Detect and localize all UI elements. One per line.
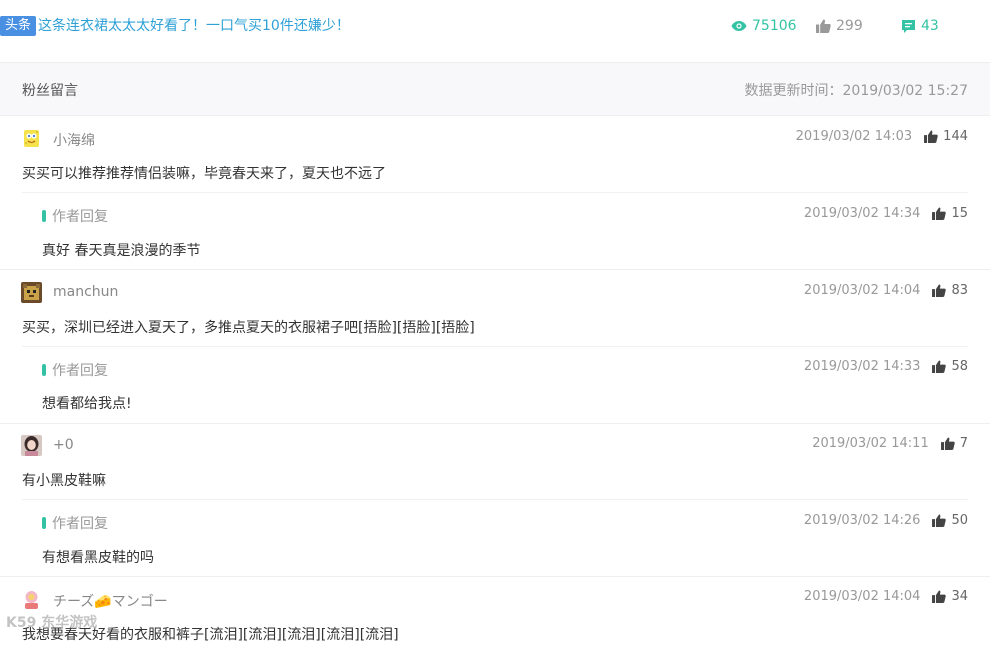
comment-username[interactable]: manchun (53, 284, 118, 300)
divider (0, 423, 990, 424)
reply-time: 2019/03/02 14:26 (803, 513, 921, 528)
comment-icon (902, 19, 915, 33)
reply-label-text: 作者回复 (52, 363, 108, 379)
comment-like-count: 83 (951, 283, 968, 298)
eye-icon (731, 21, 747, 31)
comment-meta: 2019/03/02 14:11 7 (812, 436, 968, 451)
comment-meta: 2019/03/02 14:03 144 (796, 129, 968, 144)
comment-meta: 2019/03/02 14:04 83 (804, 283, 968, 298)
comments-section-header: 粉丝留言 数据更新时间：2019/03/02 15:27 (0, 62, 990, 116)
avatar[interactable] (21, 435, 42, 456)
comment-username[interactable]: 小海绵 (53, 130, 95, 150)
author-reply-label: 作者回复 (42, 206, 108, 226)
reply-like-count: 15 (951, 206, 968, 221)
author-reply-label: 作者回复 (42, 513, 108, 533)
comment-username[interactable]: チーズ🧀マンゴー (53, 591, 168, 611)
reply-label-text: 作者回复 (52, 209, 108, 225)
divider (22, 499, 968, 500)
author-reply-label: 作者回复 (42, 360, 108, 380)
reply-label-text: 作者回复 (52, 516, 108, 532)
flower-avatar-icon (21, 589, 42, 610)
reply-marker (42, 364, 46, 376)
girl-avatar-icon (21, 435, 42, 456)
thumbs-up-icon[interactable] (924, 130, 938, 143)
thumbs-up-icon[interactable] (932, 590, 947, 603)
thumbs-up-icon[interactable] (932, 284, 947, 297)
reply-marker (42, 210, 46, 222)
views-count: 75106 (752, 18, 797, 34)
divider (22, 192, 968, 193)
thumbs-up-icon[interactable] (940, 437, 955, 450)
thumbs-up-icon[interactable] (932, 207, 947, 220)
thumbs-up-icon[interactable] (932, 514, 947, 527)
reply-text: 真好 春天真是浪漫的季节 (42, 243, 201, 259)
reply-like-count: 50 (951, 513, 968, 528)
reply-time: 2019/03/02 14:34 (803, 206, 921, 221)
views-stat: 75106 (731, 15, 797, 37)
divider (0, 576, 990, 577)
sponge-avatar-icon (21, 128, 42, 149)
thumbs-up-icon[interactable] (932, 360, 947, 373)
avatar[interactable] (21, 128, 42, 149)
likes-count: 299 (836, 18, 863, 34)
comment-text: 有小黑皮鞋嘛 (22, 473, 106, 489)
reply-like-count: 58 (951, 359, 968, 374)
comments-count: 43 (921, 18, 939, 34)
comment-text: 买买，深圳已经进入夏天了，多推点夏天的衣服裙子吧[捂脸][捂脸][捂脸] (22, 320, 475, 336)
divider (22, 346, 968, 347)
data-update-time: 数据更新时间：2019/03/02 15:27 (744, 83, 969, 99)
reply-marker (42, 517, 46, 529)
reply-text: 有想看黑皮鞋的吗 (42, 550, 154, 566)
watermark: K59 东华游戏 (6, 615, 98, 631)
comment-text: 买买可以推荐推荐情侣装嘛，毕竟春天来了，夏天也不远了 (22, 166, 386, 182)
comment-meta: 2019/03/02 14:04 34 (804, 589, 968, 604)
comment-time: 2019/03/02 14:04 (803, 283, 921, 298)
likes-stat: 299 (816, 15, 863, 37)
comment-time: 2019/03/02 14:11 (812, 436, 929, 451)
section-title: 粉丝留言 (22, 83, 78, 99)
comment-like-count: 144 (943, 129, 968, 144)
article-header: 头条 这条连衣裙太太太好看了！一口气买10件还嫌少！ 75106 299 43 (0, 0, 990, 52)
reply-meta: 2019/03/02 14:33 58 (804, 359, 968, 374)
avatar[interactable] (21, 589, 42, 610)
reply-meta: 2019/03/02 14:26 50 (804, 513, 968, 528)
comments-stat: 43 (901, 15, 939, 37)
article-title-link[interactable]: 这条连衣裙太太太好看了！一口气买10件还嫌少！ (38, 16, 350, 36)
divider (0, 269, 990, 270)
reply-time: 2019/03/02 14:33 (803, 359, 921, 374)
comment-username[interactable]: +0 (53, 437, 74, 453)
comment-like-count: 7 (959, 436, 968, 451)
reply-text: 想看都给我点! (42, 396, 132, 412)
comment-time: 2019/03/02 14:03 (795, 129, 913, 144)
headline-tag: 头条 (0, 16, 37, 36)
reply-meta: 2019/03/02 14:34 15 (804, 206, 968, 221)
thumbs-up-icon (816, 19, 831, 33)
comment-time: 2019/03/02 14:04 (803, 589, 921, 604)
comment-like-count: 34 (951, 589, 968, 604)
bear-avatar-icon (21, 282, 42, 303)
avatar[interactable] (21, 282, 42, 303)
